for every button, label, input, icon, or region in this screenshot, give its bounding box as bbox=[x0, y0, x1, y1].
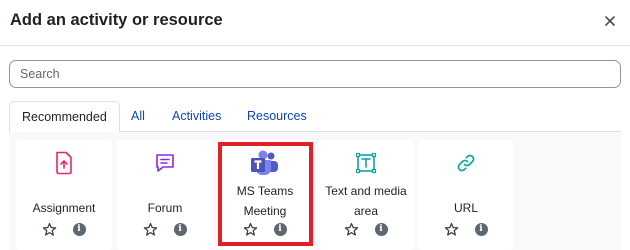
forum-chat-icon bbox=[156, 154, 174, 172]
module-label-assignment[interactable]: Assignment bbox=[16, 198, 112, 218]
star-icon[interactable] bbox=[41, 221, 57, 237]
assignment-upload-icon bbox=[56, 151, 72, 175]
module-label-forum[interactable]: Forum bbox=[117, 198, 213, 218]
info-icon[interactable]: i bbox=[172, 221, 188, 237]
star-icon[interactable] bbox=[242, 221, 258, 237]
close-button[interactable] bbox=[602, 13, 618, 29]
info-icon[interactable]: i bbox=[272, 221, 288, 237]
search-input[interactable] bbox=[9, 60, 621, 88]
tab-activities[interactable]: Activities bbox=[172, 101, 221, 132]
module-label-ms-teams-meeting[interactable]: MS Teams Meeting bbox=[217, 181, 313, 221]
tab-all[interactable]: All bbox=[131, 101, 145, 132]
module-label-text-and-media-area[interactable]: Text and media area bbox=[318, 181, 414, 221]
info-icon[interactable]: i bbox=[373, 221, 389, 237]
info-icon[interactable]: i bbox=[71, 221, 87, 237]
tab-recommended[interactable]: Recommended bbox=[9, 101, 120, 133]
link-icon bbox=[457, 154, 475, 172]
module-card-ms-teams-meeting[interactable]: MS Teams Meeting i bbox=[217, 140, 313, 250]
info-icon[interactable]: i bbox=[473, 221, 489, 237]
star-icon[interactable] bbox=[142, 221, 158, 237]
module-card-assignment[interactable]: Assignment i bbox=[16, 140, 112, 250]
star-icon[interactable] bbox=[443, 221, 459, 237]
module-card-text-and-media-area[interactable]: Text and media area i bbox=[318, 140, 414, 250]
text-media-icon bbox=[355, 152, 377, 174]
tab-resources[interactable]: Resources bbox=[247, 101, 307, 132]
module-card-url[interactable]: URL i bbox=[418, 140, 514, 250]
module-label-url[interactable]: URL bbox=[418, 198, 514, 218]
close-icon[interactable] bbox=[605, 16, 615, 26]
dialog-title: Add an activity or resource bbox=[10, 11, 223, 29]
star-icon[interactable] bbox=[343, 221, 359, 237]
module-card-forum[interactable]: Forum i bbox=[117, 140, 213, 250]
ms-teams-icon bbox=[251, 150, 278, 175]
dialog-header: Add an activity or resource bbox=[0, 0, 630, 46]
module-tabs: Recommended All Activities Resources bbox=[9, 101, 621, 133]
